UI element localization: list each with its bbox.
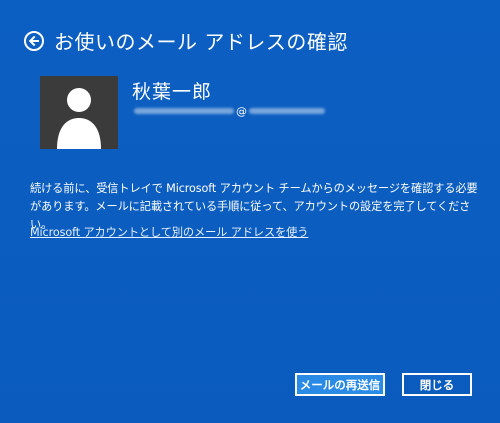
user-silhouette-icon <box>57 88 101 149</box>
email-domain-redacted <box>249 108 325 114</box>
email-address: @ <box>134 104 325 118</box>
verify-email-dialog: お使いのメール アドレスの確認 秋葉一郎 @ 続ける前に、受信トレイで Micr… <box>0 0 500 423</box>
email-local-part-redacted <box>134 108 234 114</box>
page-title: お使いのメール アドレスの確認 <box>54 30 348 54</box>
use-different-email-link[interactable]: Microsoft アカウントとして別のメール アドレスを使う <box>30 224 308 240</box>
email-at-sign: @ <box>236 104 247 118</box>
back-arrow-circle-icon[interactable] <box>24 30 44 51</box>
close-button[interactable]: 閉じる <box>402 373 472 396</box>
header: お使いのメール アドレスの確認 <box>24 26 348 55</box>
resend-email-button[interactable]: メールの再送信 <box>295 373 385 396</box>
avatar <box>40 76 118 149</box>
user-name: 秋葉一郎 <box>132 81 213 103</box>
